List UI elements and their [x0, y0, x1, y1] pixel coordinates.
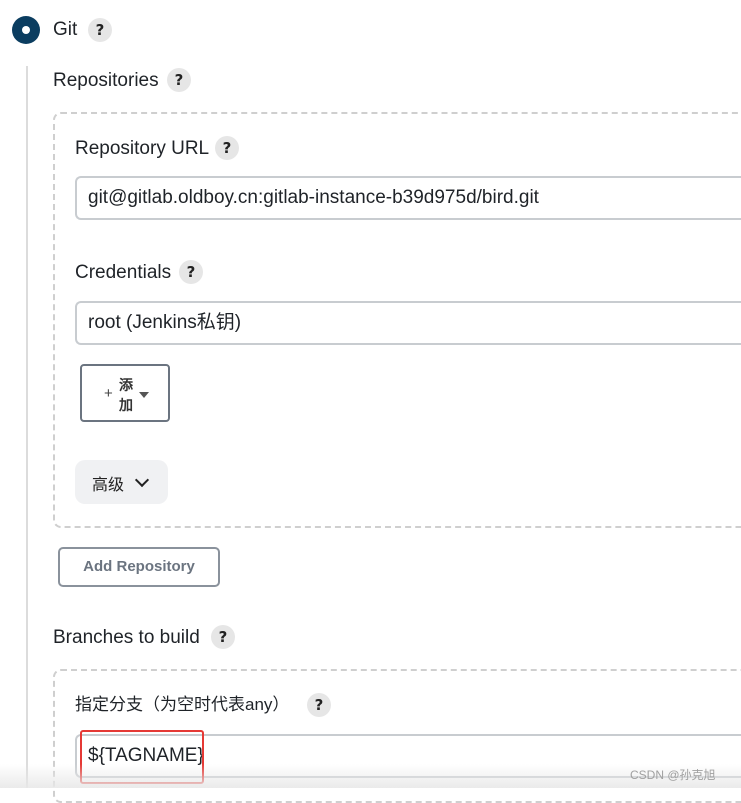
branches-help-icon[interactable]: ?: [211, 625, 235, 649]
add-repository-button[interactable]: Add Repository: [58, 547, 220, 587]
repositories-help-icon[interactable]: ?: [167, 68, 191, 92]
add-credentials-button[interactable]: + 添加: [80, 364, 170, 422]
repositories-label: Repositories: [53, 70, 159, 91]
git-radio-button[interactable]: [12, 16, 40, 44]
chevron-down-icon: [134, 472, 150, 488]
credentials-select[interactable]: root (Jenkins私钥): [75, 301, 741, 345]
branches-label: Branches to build: [53, 627, 200, 648]
git-help-icon[interactable]: ?: [88, 18, 112, 42]
section-divider-line: [26, 66, 28, 788]
repository-url-input[interactable]: git@gitlab.oldboy.cn:gitlab-instance-b39…: [75, 176, 741, 220]
plus-icon: +: [104, 385, 113, 402]
git-label: Git: [53, 19, 78, 40]
credentials-help-icon[interactable]: ?: [179, 260, 203, 284]
caret-down-icon: [139, 392, 149, 398]
repository-url-help-icon[interactable]: ?: [215, 136, 239, 160]
watermark: CSDN @孙克旭: [630, 768, 716, 782]
advanced-button[interactable]: 高级: [75, 460, 168, 504]
advanced-label: 高级: [92, 477, 125, 494]
add-button-label: 添加: [119, 377, 133, 413]
credentials-label: Credentials: [75, 262, 172, 283]
repository-url-label: Repository URL: [75, 138, 210, 159]
branch-specifier-help-icon[interactable]: ?: [307, 693, 331, 717]
branch-specifier-label: 指定分支（为空时代表any）: [75, 695, 290, 714]
